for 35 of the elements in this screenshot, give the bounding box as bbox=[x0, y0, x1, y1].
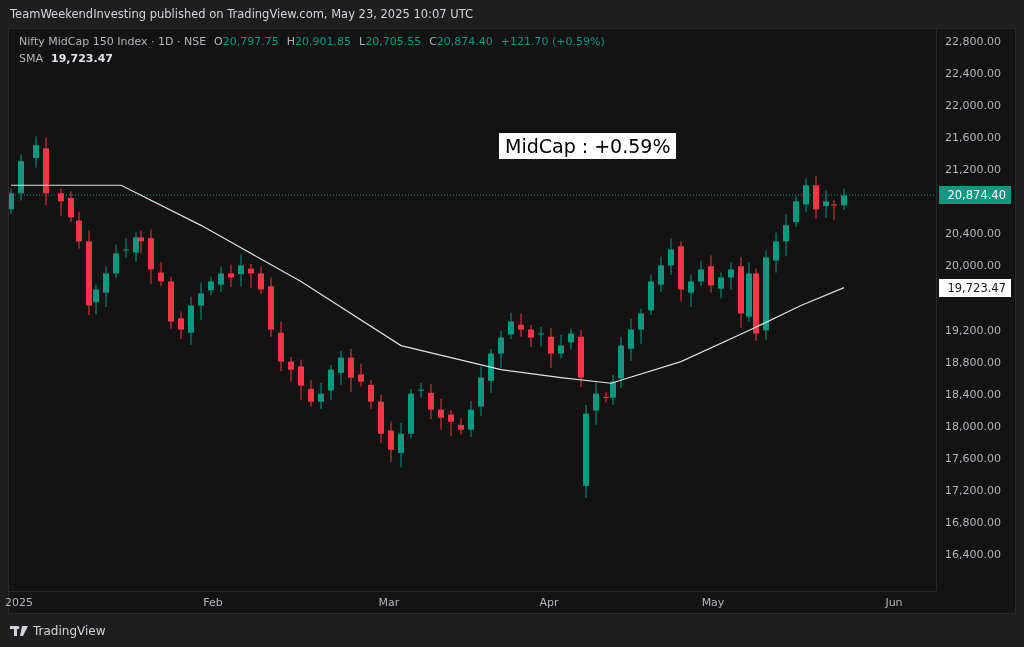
price-tick: 17,600.00 bbox=[945, 451, 1001, 465]
price-tick: 16,400.00 bbox=[945, 547, 1001, 561]
ohlc-value: H20,901.85 bbox=[286, 35, 352, 48]
price-tick: 20,400.00 bbox=[945, 226, 1001, 240]
price-tick: 16,800.00 bbox=[945, 515, 1001, 529]
time-tick: 2025 bbox=[5, 596, 33, 609]
change-value: +121.70 (+0.59%) bbox=[500, 35, 605, 48]
sma-price-tag: 19,723.47 bbox=[939, 278, 1011, 297]
price-tick: 18,400.00 bbox=[945, 387, 1001, 401]
price-tick: 21,600.00 bbox=[945, 130, 1001, 144]
price-tick: 22,400.00 bbox=[945, 66, 1001, 80]
price-tick: 20,000.00 bbox=[945, 258, 1001, 272]
annotation-label: MidCap : +0.59% bbox=[499, 133, 677, 159]
price-tick: 21,200.00 bbox=[945, 162, 1001, 176]
symbol-title: Nifty MidCap 150 Index · 1D · NSE bbox=[19, 35, 207, 48]
time-tick: Mar bbox=[378, 596, 400, 609]
time-tick: May bbox=[701, 596, 725, 609]
price-tick: 18,000.00 bbox=[945, 419, 1001, 433]
publish-caption: TeamWeekendInvesting published on TradingView.com, May 23, 2025 10:07 UTC bbox=[9, 6, 475, 23]
logo-icon bbox=[10, 625, 28, 636]
price-tick: 22,800.00 bbox=[945, 34, 1001, 48]
brand-name: TradingView bbox=[33, 623, 106, 638]
ohlc-value: L20,705.55 bbox=[359, 35, 422, 48]
time-tick: Feb bbox=[203, 596, 223, 609]
ohlc-value: C20,874.40 bbox=[429, 35, 493, 48]
price-tick: 19,200.00 bbox=[945, 323, 1001, 337]
last-price-tag: 20,874.40 bbox=[939, 186, 1011, 205]
indicator-name: SMA bbox=[19, 52, 43, 65]
time-tick: Apr bbox=[539, 596, 559, 609]
ohlc-value: O20,797.75 bbox=[214, 35, 279, 48]
price-tick: 17,200.00 bbox=[945, 483, 1001, 497]
price-tick: 22,000.00 bbox=[945, 98, 1001, 112]
time-tick: Jun bbox=[885, 596, 903, 609]
indicator-value: 19,723.47 bbox=[51, 52, 113, 65]
price-tick: 18,800.00 bbox=[945, 355, 1001, 369]
